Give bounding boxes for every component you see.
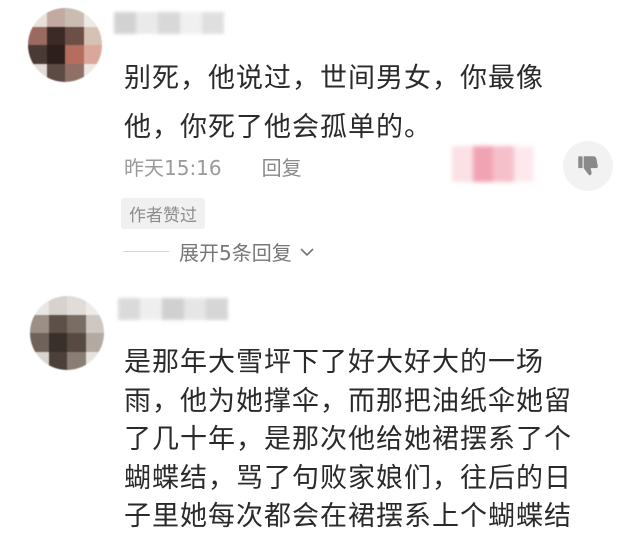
divider — [123, 251, 169, 252]
author-liked-badge: 作者赞过 — [121, 198, 205, 229]
comment-line: 是那年大雪坪下了好大好大的一场 — [124, 347, 544, 378]
thumbs-down-icon — [578, 156, 598, 176]
comment-line: 了几十年，是那次他给她裙摆系了个 — [124, 424, 572, 455]
username-blurred — [118, 298, 228, 320]
comment-meta: 昨天15:16 回复 — [124, 152, 302, 181]
avatar[interactable] — [30, 296, 104, 370]
comment-text: 别死，他说过，世间男女，你最像 他，你死了他会孤单的。 — [124, 60, 544, 147]
comment-line: 蝴蝶结，骂了句败家娘们，往后的日 — [124, 462, 572, 494]
blurred-element — [452, 146, 534, 182]
comment-line: 他，你死了他会孤单的。 — [124, 112, 432, 143]
comment-text: 是那年大雪坪下了好大好大的一场 雨，他为她撑伞，而那把油纸伞她留 了几十年，是那… — [124, 344, 572, 537]
expand-replies-button[interactable]: 展开5条回复 — [123, 237, 316, 266]
comment-thread: 别死，他说过，世间男女，你最像 他，你死了他会孤单的。 昨天15:16 回复 作… — [0, 0, 640, 547]
timestamp: 昨天15:16 — [124, 156, 222, 180]
avatar[interactable] — [28, 8, 102, 82]
expand-replies-label: 展开5条回复 — [179, 241, 292, 265]
comment-line: 别死，他说过，世间男女，你最像 — [124, 63, 544, 94]
username-blurred — [114, 12, 224, 34]
dislike-button[interactable] — [563, 141, 613, 191]
reply-button[interactable]: 回复 — [262, 152, 302, 181]
comment-line: 雨，他为她撑伞，而那把油纸伞她留 — [124, 385, 572, 417]
comment-line: 子里她每次都会在裙摆系上个蝴蝶结 — [124, 501, 572, 532]
chevron-down-icon — [300, 247, 314, 256]
